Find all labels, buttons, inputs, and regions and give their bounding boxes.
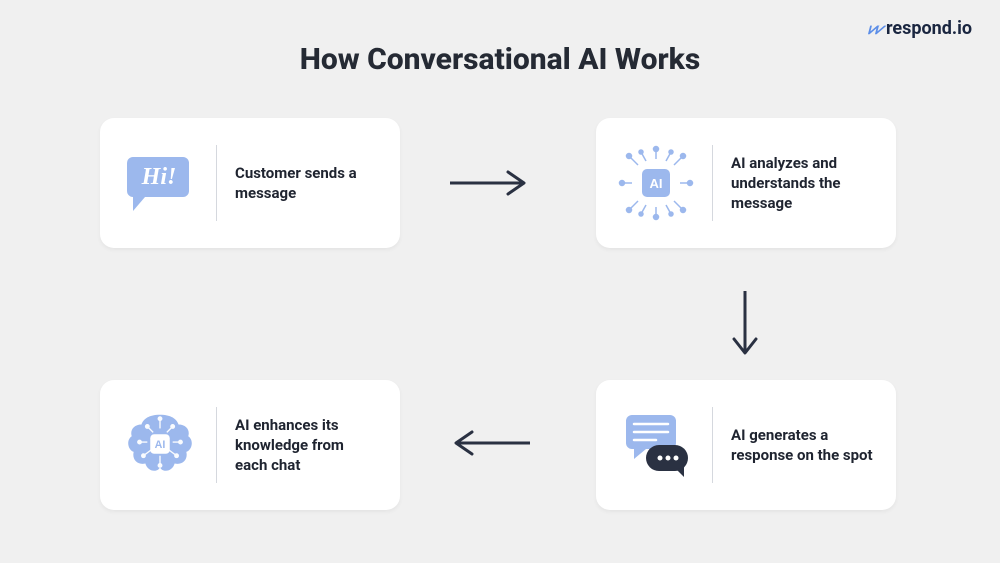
brand-logo: ⩗⩗ respond.io [868, 18, 972, 39]
page-title: How Conversational AI Works [0, 42, 1000, 77]
step-1-label: Customer sends a message [235, 163, 378, 204]
step-3-label: AI generates a response on the spot [731, 425, 874, 466]
arrow-step-1-to-2 [440, 168, 540, 198]
chat-bubbles-icon [618, 400, 694, 490]
svg-text:Hi!: Hi! [141, 164, 177, 190]
step-card-2: AI AI analyzes and understands the messa… [596, 118, 896, 248]
arrow-step-2-to-3 [730, 285, 760, 365]
brand-name: respond.io [886, 18, 972, 39]
ai-brain-icon: AI [122, 400, 198, 490]
card-divider [712, 145, 713, 221]
svg-text:AI: AI [155, 439, 166, 451]
step-2-label: AI analyzes and understands the message [731, 153, 874, 214]
step-card-3: AI generates a response on the spot [596, 380, 896, 510]
hi-speech-bubble-icon: Hi! [122, 138, 198, 228]
brand-icon: ⩗⩗ [868, 19, 882, 39]
step-card-4: AI AI enhances its knowledge from each c… [100, 380, 400, 510]
ai-chip-network-icon: AI [618, 138, 694, 228]
step-card-1: Hi! Customer sends a message [100, 118, 400, 248]
step-4-label: AI enhances its knowledge from each chat [235, 415, 378, 476]
card-divider [216, 145, 217, 221]
arrow-step-3-to-4 [440, 428, 540, 458]
svg-text:AI: AI [650, 176, 663, 191]
card-divider [216, 407, 217, 483]
card-divider [712, 407, 713, 483]
